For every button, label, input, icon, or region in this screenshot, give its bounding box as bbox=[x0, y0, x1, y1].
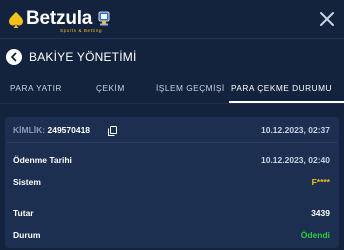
tab-deposit[interactable]: PARA YATIR bbox=[10, 75, 62, 103]
page-title: BAKİYE YÖNETİMİ bbox=[29, 50, 137, 64]
status-badge: Ödendi bbox=[300, 230, 330, 240]
withdrawal-created-date: 10.12.2023, 02:37 bbox=[260, 125, 330, 135]
payment-date-value: 10.12.2023, 02:40 bbox=[260, 155, 330, 165]
trophy-badge-icon bbox=[98, 11, 110, 26]
withdrawal-id-label: KİMLİK: bbox=[13, 125, 46, 135]
tab-withdraw[interactable]: ÇEKİM bbox=[96, 75, 125, 103]
tab-withdrawal-status[interactable]: PARA ÇEKME DURUMU bbox=[229, 75, 344, 103]
amount-label: Tutar bbox=[13, 208, 34, 218]
spade-icon bbox=[9, 12, 23, 28]
copy-icon[interactable] bbox=[108, 126, 117, 136]
payment-date-label: Ödenme Tarihi bbox=[13, 155, 72, 165]
tab-transaction-history[interactable]: İŞLEM GEÇMİŞİ bbox=[156, 75, 225, 103]
top-bar: Betzula Sports & Betting bbox=[0, 0, 344, 38]
system-value: F**** bbox=[311, 177, 330, 187]
withdrawal-id: KİMLİK: 249570418 bbox=[13, 125, 90, 135]
card-divider bbox=[7, 142, 337, 143]
system-label: Sistem bbox=[13, 177, 41, 187]
status-label: Durum bbox=[13, 230, 41, 240]
tabs-divider bbox=[0, 103, 344, 104]
chevron-left-icon bbox=[11, 52, 17, 62]
amount-value: 3439 bbox=[311, 208, 330, 218]
back-button[interactable] bbox=[6, 49, 22, 65]
close-icon[interactable] bbox=[318, 10, 336, 28]
brand-name: Betzula bbox=[26, 8, 93, 29]
brand-tagline: Sports & Betting bbox=[60, 28, 103, 33]
tab-bar: PARA YATIR ÇEKİM İŞLEM GEÇMİŞİ PARA ÇEKM… bbox=[0, 75, 344, 103]
withdrawal-id-value: 249570418 bbox=[47, 125, 91, 135]
section-header: BAKİYE YÖNETİMİ bbox=[0, 39, 344, 75]
withdrawal-card bbox=[5, 117, 339, 248]
